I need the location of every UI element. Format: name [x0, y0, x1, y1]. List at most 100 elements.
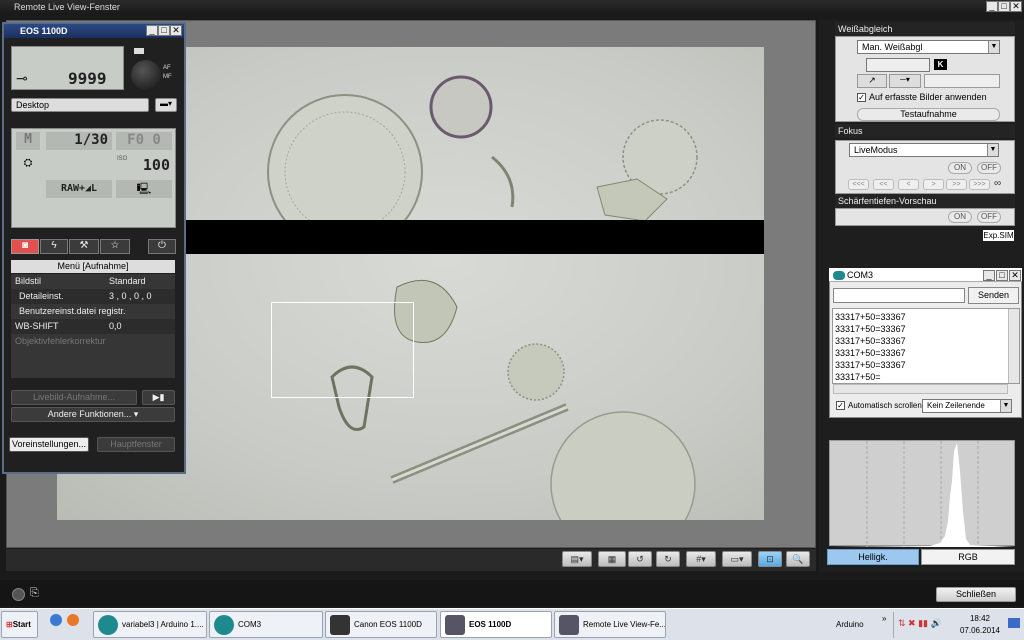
clock-date[interactable]: 07.06.2014	[957, 626, 1003, 635]
main-window-button[interactable]: Hauptfenster	[97, 437, 175, 452]
other-functions-button[interactable]: Andere Funktionen... ▾	[11, 407, 175, 422]
shutter-speed[interactable]: 1/30	[46, 132, 112, 150]
eyedropper-icon[interactable]: ↗	[857, 74, 887, 88]
main-window-title: Remote Live View-Fenster	[14, 2, 120, 12]
apply-captured-checkbox[interactable]: ✓	[857, 93, 866, 102]
focus-far-2-button[interactable]: >>	[946, 179, 967, 190]
task-canon-eos[interactable]: Canon EOS 1100D	[325, 611, 437, 638]
zoom-fit-icon[interactable]: ⊡	[758, 551, 782, 567]
tab-rgb[interactable]: RGB	[921, 549, 1015, 565]
capture-settings-icon[interactable]: ▤▾	[562, 551, 592, 567]
send-button[interactable]: Senden	[968, 287, 1019, 304]
zoom-icon[interactable]: 🔍	[786, 551, 810, 567]
menu-item-lens-correction[interactable]: Objektivfehlerkorrektur	[11, 334, 175, 349]
minimize-button[interactable]: _	[986, 1, 998, 12]
start-button[interactable]: ⊞Start	[1, 611, 38, 638]
clock-time[interactable]: 18:42	[960, 614, 1000, 623]
live-view-shoot-button[interactable]: Livebild-Aufnahme...	[11, 390, 137, 405]
serial-input[interactable]	[833, 288, 965, 303]
serial-scrollbar[interactable]	[1008, 309, 1019, 383]
rotate-right-icon[interactable]: ↻	[656, 551, 680, 567]
close-button[interactable]: ✕	[1010, 1, 1022, 12]
focus-mode-select[interactable]: LiveModus ▼	[849, 143, 999, 157]
task-com3[interactable]: COM3	[209, 611, 323, 638]
camera-window-icon	[445, 614, 465, 635]
tab-shooting[interactable]: ◙	[11, 239, 39, 254]
rotate-left-icon[interactable]: ↺	[628, 551, 652, 567]
com3-minimize-button[interactable]: _	[983, 270, 995, 281]
dof-on-button[interactable]: ON	[948, 211, 972, 223]
tray-icons[interactable]: ⇅ ✖ ▮▮ 🔊	[898, 618, 942, 629]
focus-far-1-button[interactable]: >	[923, 179, 944, 190]
close-window-button[interactable]: Schließen	[936, 587, 1016, 602]
tab-flash[interactable]: ϟ	[40, 239, 68, 254]
eos-minimize-button[interactable]: _	[146, 25, 158, 36]
shooting-mode[interactable]: M	[16, 132, 40, 150]
test-shot-button[interactable]: Testaufnahme	[857, 108, 1000, 121]
tab-mymenu[interactable]: ☆	[100, 239, 130, 254]
white-balance-select[interactable]: Man. Weißabgl ▼	[857, 40, 1000, 54]
ie-icon[interactable]	[50, 614, 62, 626]
preferences-button[interactable]: Voreinstellungen...	[9, 437, 89, 452]
menu-item-picture-style[interactable]: Bildstil Standard	[11, 274, 175, 289]
grid-icon[interactable]: #▾	[686, 551, 716, 567]
autoscroll-checkbox[interactable]: ✓	[836, 401, 845, 410]
focus-near-2-button[interactable]: <<	[873, 179, 894, 190]
tab-brightness[interactable]: Helligk.	[827, 549, 919, 565]
image-quality[interactable]: RAW+◢L	[46, 180, 112, 198]
metering-icon[interactable]: ⛭	[16, 157, 40, 175]
firefox-icon[interactable]	[67, 614, 79, 626]
autoscroll-label: Automatisch scrollen	[848, 401, 922, 410]
tab-tools[interactable]: ⚒	[69, 239, 99, 254]
movie-icon[interactable]: ▶▮	[142, 390, 175, 405]
focus-off-button[interactable]: OFF	[977, 162, 1001, 174]
com3-close-button[interactable]: ✕	[1009, 270, 1021, 281]
kelvin-input[interactable]	[866, 58, 930, 72]
line-ending-select[interactable]: Kein Zeilenende ▼	[922, 399, 1012, 413]
serial-hscrollbar[interactable]	[833, 384, 1008, 394]
tray-expand-icon[interactable]: »	[882, 614, 886, 623]
arduino-icon	[833, 271, 845, 280]
grid-compare-icon[interactable]: ▦	[598, 551, 626, 567]
serial-line: 33317+50=33367	[835, 324, 906, 334]
power-button[interactable]: ⏻	[148, 239, 176, 254]
task-remote-live-view[interactable]: Remote Live View-Fe...	[554, 611, 666, 638]
focus-far-3-button[interactable]: >>>	[969, 179, 990, 190]
com3-title: COM3	[847, 270, 874, 280]
af-mf-switch[interactable]: AF MF	[163, 64, 172, 82]
chevron-down-icon: ▼	[1000, 400, 1011, 412]
focus-near-1-button[interactable]: <	[898, 179, 919, 190]
tray-label: Arduino	[836, 620, 864, 629]
show-desktop-icon[interactable]	[1008, 618, 1020, 628]
windows-logo-icon: ⊞	[6, 620, 13, 629]
task-eos-1100d[interactable]: EOS 1100D	[440, 611, 552, 638]
task-arduino[interactable]: variabel3 | Arduino 1....	[93, 611, 207, 638]
histogram	[829, 440, 1016, 547]
focus-on-button[interactable]: ON	[948, 162, 972, 174]
com3-maximize-button[interactable]: □	[996, 270, 1008, 281]
menu-item-wb-shift[interactable]: WB-SHIFT 0,0	[11, 319, 175, 334]
folder-icon[interactable]: ▬▾	[155, 98, 177, 112]
eos-close-button[interactable]: ✕	[170, 25, 182, 36]
eos-maximize-button[interactable]: □	[158, 25, 170, 36]
serial-output[interactable]: 33317+50=33367 33317+50=33367 33317+50=3…	[832, 308, 1020, 384]
mode-dial-icon[interactable]	[131, 60, 161, 90]
camera-link-icon[interactable]: ⎘	[30, 587, 44, 601]
wb-preset-select[interactable]: ─▾	[889, 74, 921, 88]
camera-icon: ◙	[21, 240, 29, 251]
focus-frame[interactable]	[271, 302, 414, 398]
drive-mode-icon[interactable]: 🖳	[116, 180, 172, 198]
aspect-icon[interactable]: ▭▾	[722, 551, 752, 567]
maximize-button[interactable]: □	[998, 1, 1010, 12]
dof-off-button[interactable]: OFF	[977, 211, 1001, 223]
camera-icon	[330, 614, 350, 635]
white-balance-title: Weißabgleich	[835, 22, 1015, 36]
iso-value[interactable]: 100	[116, 156, 172, 176]
menu-item-detail[interactable]: Detaileinst. 3 , 0 , 0 , 0	[11, 289, 175, 304]
aperture-value[interactable]: F0 0	[116, 132, 172, 150]
serial-line: 33317+50=33367	[835, 312, 906, 322]
save-location-field[interactable]: Desktop	[11, 98, 149, 112]
menu-item-user-file[interactable]: Benutzereinst.datei registr.	[11, 304, 175, 319]
infinity-icon: ∞	[994, 178, 1002, 189]
focus-near-3-button[interactable]: <<<	[848, 179, 869, 190]
